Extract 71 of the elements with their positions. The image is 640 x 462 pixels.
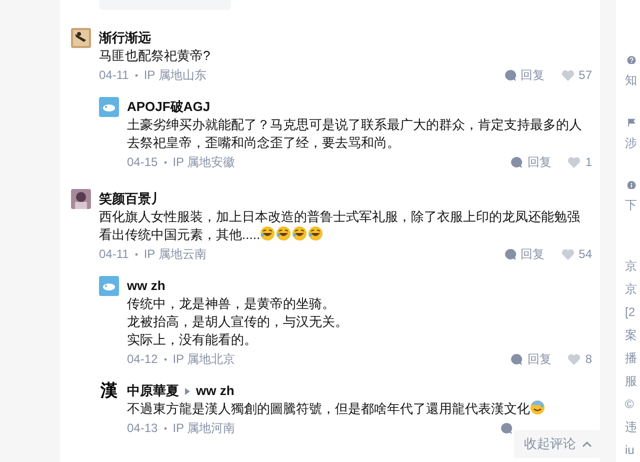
user-name[interactable]: ww zh xyxy=(127,276,166,296)
user-name[interactable]: 中原華夏 xyxy=(127,381,179,401)
chevron-up-icon xyxy=(582,441,592,447)
comment-text: 传统中，龙是神兽，是黄帝的坐骑。 xyxy=(127,295,336,313)
reply-button[interactable]: 回复 xyxy=(510,350,552,368)
separator-dot-icon xyxy=(164,426,167,430)
sweat-smile-emoji-icon xyxy=(530,400,545,415)
user-name[interactable]: ww zh xyxy=(196,381,234,401)
footer-text: [2 xyxy=(625,304,636,321)
comment-date: 04-12 xyxy=(127,351,158,368)
laughing-emoji-icon xyxy=(276,226,292,241)
separator-dot-icon xyxy=(134,74,138,76)
comment-icon xyxy=(500,422,513,434)
laughing-emoji-icon xyxy=(292,226,308,241)
reply-button[interactable]: 回复 xyxy=(510,153,552,171)
separator-dot-icon xyxy=(164,160,167,164)
comment-date: 04-15 xyxy=(127,154,158,171)
user-name[interactable]: 渐行渐远 xyxy=(99,28,151,48)
avatar-icon xyxy=(71,28,91,48)
ip-location: IP 属地安徽 xyxy=(172,154,236,171)
heart-icon xyxy=(560,248,575,260)
separator-dot-icon xyxy=(164,358,167,360)
separator-dot-icon xyxy=(134,252,138,256)
collapse-comments-button[interactable]: 收起评论 xyxy=(514,430,600,458)
heart-icon xyxy=(560,68,575,82)
heart-icon xyxy=(567,352,582,366)
comment-text: 不過東方龍是漢人獨創的圖騰符號，但是都啥年代了還用龍代表漢文化 xyxy=(127,400,592,418)
ip-location: IP 属地云南 xyxy=(144,246,206,263)
ip-location: IP 属地山东 xyxy=(144,67,206,84)
comment-text: 西化旗人女性服装，加上日本改造的普鲁士式军礼服，除了衣服上印的龙凤还能勉强看出传统中国元素，其他..... xyxy=(99,208,581,244)
footer-text: 京 xyxy=(625,281,638,298)
comment-date: 04-11 xyxy=(99,246,129,263)
laughing-emoji-icon xyxy=(260,226,276,241)
avatar-icon xyxy=(71,189,91,209)
footer-text: © xyxy=(625,396,635,413)
user-name[interactable]: 笑颜百景丿 xyxy=(99,189,164,209)
flag-icon xyxy=(625,118,638,127)
like-button[interactable]: 54 xyxy=(560,245,592,263)
comment-icon xyxy=(510,352,524,366)
laughing-emoji-icon xyxy=(308,226,324,241)
comment-text: 实际上，没有能看的。 xyxy=(127,331,258,349)
reply-button[interactable]: 回复 xyxy=(504,66,545,84)
avatar-icon xyxy=(99,276,119,296)
ip-location: IP 属地北京 xyxy=(172,351,236,368)
comment-text: 马匪也配祭祀黄帝? xyxy=(99,47,212,65)
comment-date: 04-13 xyxy=(127,420,158,437)
reply-button[interactable]: 回复 xyxy=(504,245,545,263)
sidebar-link[interactable]: 下 xyxy=(625,197,640,214)
reply-arrow-icon xyxy=(185,388,190,394)
comment-icon xyxy=(504,68,517,82)
like-button[interactable]: 57 xyxy=(560,66,592,84)
comment-text: 土豪劣绅买办就能配了？马克思可是说了联系最广大的群众，肯定支持最多的人去祭祀皇帝，歪嘴和尚念歪了经，要去骂和尚。 xyxy=(127,116,583,152)
footer-text: 服 xyxy=(625,373,638,390)
ip-location: IP 属地河南 xyxy=(172,420,236,437)
comment-icon xyxy=(504,248,517,260)
heart-icon xyxy=(567,156,582,168)
avatar-glyph: 漢 xyxy=(100,381,118,401)
sidebar-link[interactable]: 涉 xyxy=(625,134,640,151)
footer-text: 违 xyxy=(625,419,638,436)
sidebar-link[interactable]: 知 xyxy=(625,72,640,88)
avatar-icon xyxy=(99,97,119,117)
like-button[interactable]: 1 xyxy=(567,153,592,171)
footer-text: iu xyxy=(625,442,636,459)
footer-text: 京 xyxy=(625,258,638,275)
footer-text: 播 xyxy=(625,350,638,367)
like-button[interactable]: 8 xyxy=(567,350,592,368)
comment-text: 龙被抬高，是胡人宣传的，与汉无关。 xyxy=(127,313,349,331)
user-name[interactable]: APOJF破AGJ xyxy=(127,97,210,117)
footer-text: 案 xyxy=(625,327,638,344)
comment-icon xyxy=(510,156,524,168)
comment-date: 04-11 xyxy=(99,67,129,84)
